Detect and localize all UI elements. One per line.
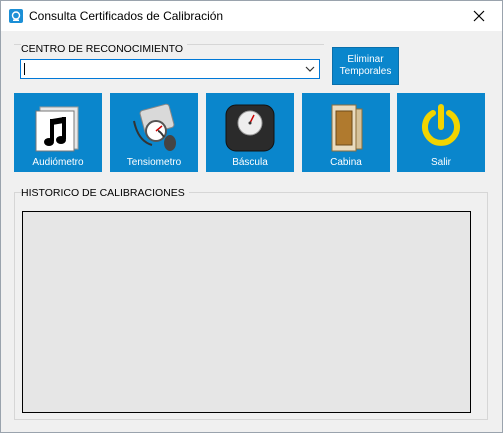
close-icon <box>473 10 485 22</box>
salir-label: Salir <box>430 157 451 168</box>
title-bar[interactable]: Consulta Certificados de Calibración <box>1 1 502 31</box>
chevron-down-icon <box>305 66 315 72</box>
eliminar-temporales-button[interactable]: Eliminar Temporales <box>332 47 399 85</box>
tensiometro-label: Tensiometro <box>126 157 182 168</box>
scale-icon <box>225 104 275 152</box>
music-folder-icon <box>35 106 79 152</box>
bascula-label: Báscula <box>232 157 268 168</box>
close-button[interactable] <box>456 1 502 31</box>
centro-combobox[interactable] <box>20 59 320 79</box>
historico-group-label: HISTORICO DE CALIBRACIONES <box>21 187 189 199</box>
centro-group-label: CENTRO DE RECONOCIMIENTO <box>21 43 187 55</box>
window-title: Consulta Certificados de Calibración <box>29 9 224 23</box>
tensiometro-button[interactable]: Tensiometro <box>110 93 198 172</box>
text-caret <box>24 63 25 75</box>
cabina-label: Cabina <box>330 157 362 168</box>
audiometro-label: Audiómetro <box>32 157 84 168</box>
cabina-button[interactable]: Cabina <box>302 93 390 172</box>
booth-icon <box>331 104 363 152</box>
eliminar-label-line1: Eliminar <box>347 54 384 65</box>
bascula-button[interactable]: Báscula <box>206 93 294 172</box>
historico-panel[interactable] <box>22 211 471 413</box>
salir-button[interactable]: Salir <box>397 93 485 172</box>
dialog-window: Consulta Certificados de Calibración CEN… <box>0 0 503 433</box>
audiometro-button[interactable]: Audiómetro <box>14 93 102 172</box>
app-icon <box>9 9 23 23</box>
eliminar-label-line2: Temporales <box>339 66 392 77</box>
blood-pressure-icon <box>133 103 176 151</box>
power-icon <box>422 104 460 146</box>
